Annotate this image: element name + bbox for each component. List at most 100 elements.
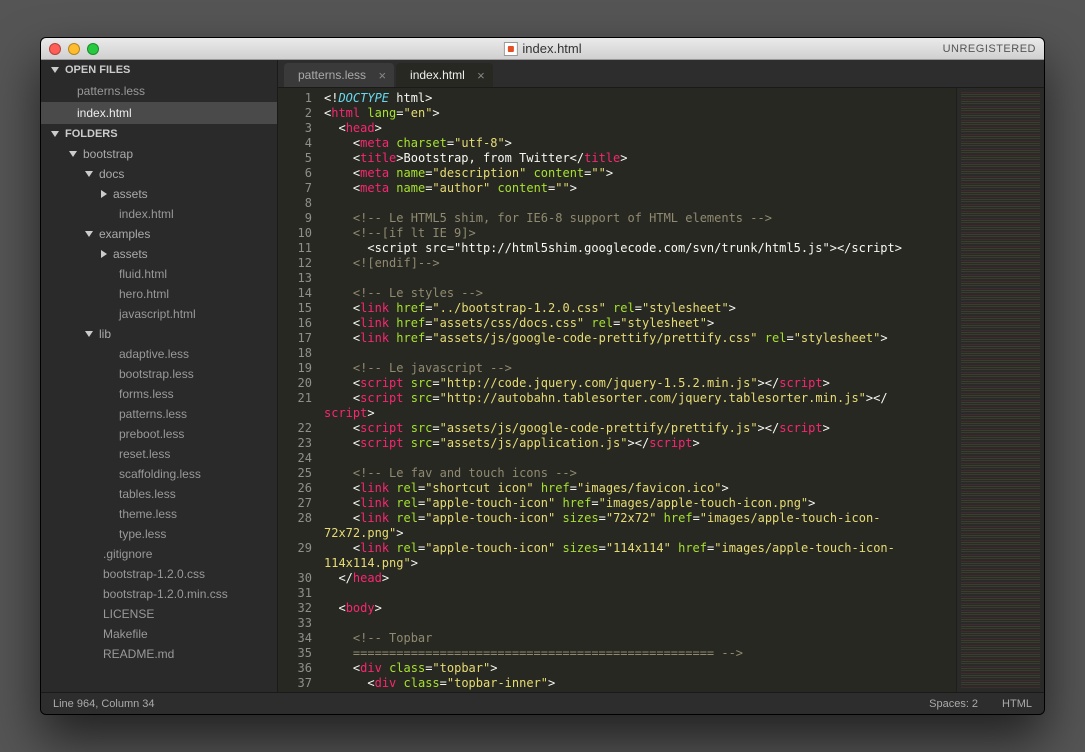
file-item[interactable]: javascript.html (41, 304, 277, 324)
editor-tab[interactable]: index.html× (396, 63, 493, 87)
file-item[interactable]: hero.html (41, 284, 277, 304)
code-line: <meta name="description" content=""> (320, 166, 956, 181)
code-line: <!-- Topbar (320, 631, 956, 646)
file-item[interactable]: bootstrap-1.2.0.css (41, 564, 277, 584)
open-file-item[interactable]: index.html (41, 102, 277, 124)
editor-tab[interactable]: patterns.less× (284, 63, 394, 87)
disclosure-right-icon (101, 250, 107, 258)
file-item[interactable]: type.less (41, 524, 277, 544)
line-number: 32 (278, 601, 312, 616)
folder-docs-assets[interactable]: assets (41, 184, 277, 204)
disclosure-down-icon (85, 231, 93, 237)
folder-examples[interactable]: examples (41, 224, 277, 244)
status-indentation[interactable]: Spaces: 2 (929, 698, 978, 710)
file-item[interactable]: Makefile (41, 624, 277, 644)
line-number: 2 (278, 106, 312, 121)
line-number: 7 (278, 181, 312, 196)
file-item[interactable]: forms.less (41, 384, 277, 404)
file-item[interactable]: tables.less (41, 484, 277, 504)
code-line: 114x114.png"> (320, 556, 956, 571)
file-item[interactable]: reset.less (41, 444, 277, 464)
close-icon[interactable]: × (378, 68, 386, 83)
file-item[interactable]: LICENSE (41, 604, 277, 624)
code-line: <!DOCTYPE html> (320, 91, 956, 106)
file-item[interactable]: preboot.less (41, 424, 277, 444)
main-area: OPEN FILES patterns.lessindex.html FOLDE… (41, 60, 1044, 692)
line-number: 3 (278, 121, 312, 136)
code-line (320, 271, 956, 286)
traffic-lights (49, 43, 99, 55)
status-cursor-position[interactable]: Line 964, Column 34 (53, 698, 905, 710)
folder-examples-assets[interactable]: assets (41, 244, 277, 264)
line-number: 10 (278, 226, 312, 241)
code-line: 72x72.png"> (320, 526, 956, 541)
file-item[interactable]: .gitignore (41, 544, 277, 564)
window-zoom-button[interactable] (87, 43, 99, 55)
tab-bar: patterns.less×index.html× (278, 60, 1044, 88)
window-minimize-button[interactable] (68, 43, 80, 55)
open-file-item[interactable]: patterns.less (41, 80, 277, 102)
line-number: 16 (278, 316, 312, 331)
code-line: <meta charset="utf-8"> (320, 136, 956, 151)
sidebar[interactable]: OPEN FILES patterns.lessindex.html FOLDE… (41, 60, 278, 692)
code-line: <!-- Le fav and touch icons --> (320, 466, 956, 481)
line-number: 14 (278, 286, 312, 301)
line-number: 1 (278, 91, 312, 106)
code-line: <script src="http://html5shim.googlecode… (320, 241, 956, 256)
file-item[interactable]: patterns.less (41, 404, 277, 424)
app-window: index.html UNREGISTERED OPEN FILES patte… (40, 37, 1045, 715)
line-number: 5 (278, 151, 312, 166)
line-number-gutter[interactable]: 1234567891011121314151617181920212223242… (278, 88, 320, 692)
file-item[interactable]: README.md (41, 644, 277, 664)
disclosure-down-icon (85, 171, 93, 177)
code-line: <title>Bootstrap, from Twitter</title> (320, 151, 956, 166)
line-number: 6 (278, 166, 312, 181)
file-item[interactable]: bootstrap.less (41, 364, 277, 384)
code-line (320, 451, 956, 466)
minimap[interactable] (956, 88, 1044, 692)
line-number: 11 (278, 241, 312, 256)
line-number: 24 (278, 451, 312, 466)
line-number: 12 (278, 256, 312, 271)
line-number: 20 (278, 376, 312, 391)
code-line: <script src="http://autobahn.tablesorter… (320, 391, 956, 406)
window-close-button[interactable] (49, 43, 61, 55)
line-number: 8 (278, 196, 312, 211)
line-number: 36 (278, 661, 312, 676)
folder-lib[interactable]: lib (41, 324, 277, 344)
minimap-content (961, 92, 1040, 688)
file-item[interactable]: fluid.html (41, 264, 277, 284)
disclosure-down-icon (69, 151, 77, 157)
folder-label: assets (113, 187, 148, 201)
folders-header[interactable]: FOLDERS (41, 124, 277, 144)
code-line: <link href="../bootstrap-1.2.0.css" rel=… (320, 301, 956, 316)
file-item[interactable]: adaptive.less (41, 344, 277, 364)
code-line: <link rel="apple-touch-icon" sizes="114x… (320, 541, 956, 556)
file-item[interactable]: theme.less (41, 504, 277, 524)
folder-bootstrap[interactable]: bootstrap (41, 144, 277, 164)
line-number: 18 (278, 346, 312, 361)
line-number: 25 (278, 466, 312, 481)
folder-docs[interactable]: docs (41, 164, 277, 184)
line-number: 4 (278, 136, 312, 151)
code-line (320, 616, 956, 631)
folder-label: lib (99, 327, 111, 341)
folders-label: FOLDERS (65, 128, 118, 140)
line-number: 34 (278, 631, 312, 646)
code-line: <html lang="en"> (320, 106, 956, 121)
file-item[interactable]: scaffolding.less (41, 464, 277, 484)
open-files-header[interactable]: OPEN FILES (41, 60, 277, 80)
line-number: 30 (278, 571, 312, 586)
folder-label: bootstrap (83, 147, 133, 161)
disclosure-right-icon (101, 190, 107, 198)
code-area[interactable]: <!DOCTYPE html><html lang="en"> <head> <… (320, 88, 956, 692)
close-icon[interactable]: × (477, 68, 485, 83)
file-item[interactable]: index.html (41, 204, 277, 224)
code-line: </head> (320, 571, 956, 586)
status-syntax[interactable]: HTML (1002, 698, 1032, 710)
file-item[interactable]: bootstrap-1.2.0.min.css (41, 584, 277, 604)
line-number: 28 (278, 511, 312, 526)
line-number: 22 (278, 421, 312, 436)
line-number: 23 (278, 436, 312, 451)
folder-label: assets (113, 247, 148, 261)
